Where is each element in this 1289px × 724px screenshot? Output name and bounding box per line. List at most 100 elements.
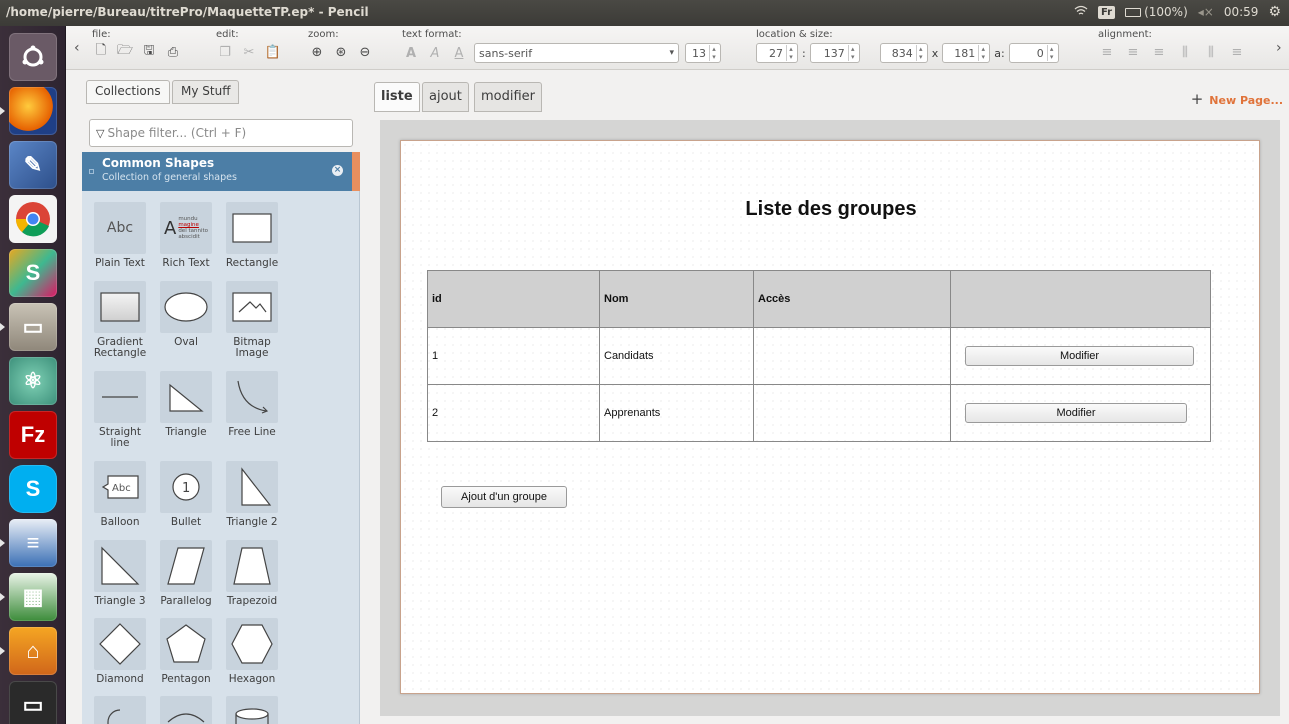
align-top-icon[interactable]: ⫼ [1176, 43, 1194, 61]
shape-trapezoid[interactable]: Trapezoid [221, 540, 283, 607]
wifi-icon[interactable] [1074, 5, 1088, 20]
align-middle-icon[interactable]: ⫼ [1202, 43, 1220, 61]
shape-free-line[interactable]: Free Line [221, 371, 283, 438]
launcher-atom-icon[interactable]: ⚛ [9, 357, 57, 405]
height-spinner[interactable]: 181 ▴ ▾ [942, 43, 991, 63]
new-page-button[interactable]: + New Page... [1191, 90, 1283, 108]
battery-indicator[interactable]: (100%) [1125, 5, 1188, 19]
collection-header-common-shapes[interactable]: Common Shapes Collection of general shap… [82, 152, 360, 191]
groups-table[interactable]: id Nom Accès 1 Candidats Modifier 2 Appr… [427, 270, 1211, 442]
toolbar-scroll-left-icon[interactable]: ‹ [74, 40, 80, 56]
collection-subtitle: Collection of general shapes [102, 172, 237, 183]
toolbar-scroll-right-icon[interactable]: › [1276, 40, 1282, 56]
shape-diamond[interactable]: Diamond [89, 618, 151, 685]
zoom-fit-icon[interactable]: ⊛ [332, 43, 350, 61]
align-bottom-icon[interactable]: ≡ [1228, 43, 1246, 61]
shape-hexagon[interactable]: Hexagon [221, 618, 283, 685]
print-icon[interactable]: ⎙ [164, 43, 182, 61]
launcher-slack-icon[interactable]: S [9, 249, 57, 297]
width-spinner[interactable]: 834 ▴ ▾ [879, 43, 928, 63]
shape-bitmap-image[interactable]: Bitmap Image [221, 281, 283, 359]
tab-modifier[interactable]: modifier [474, 82, 543, 112]
mockup-page[interactable]: Liste des groupes id Nom Accès 1 Candida… [400, 140, 1260, 694]
close-icon[interactable]: × [332, 165, 343, 176]
keyboard-layout-indicator[interactable]: Fr [1097, 5, 1116, 19]
zoom-in-icon[interactable]: ⊕ [308, 43, 326, 61]
copy-icon[interactable]: ❐ [216, 43, 234, 61]
launcher-firefox-icon[interactable] [0, 87, 57, 135]
collapse-toggle-icon[interactable] [89, 169, 94, 174]
shape-straight-line[interactable]: Straight line [89, 371, 151, 449]
tab-ajout[interactable]: ajout [422, 82, 469, 112]
zoom-out-icon[interactable]: ⊖ [356, 43, 374, 61]
shape-gradient-rectangle[interactable]: Gradient Rectangle [89, 281, 151, 359]
bold-text-icon[interactable]: A [402, 44, 420, 62]
angle-value: 0 [1036, 46, 1044, 60]
session-gear-icon[interactable]: ⚙ [1268, 4, 1281, 20]
font-size-spinner[interactable]: 13 ▴ ▾ [685, 43, 721, 63]
launcher-workspace-icon[interactable]: ▭ [9, 681, 57, 724]
align-center-icon[interactable]: ≡ [1124, 43, 1142, 61]
tab-liste[interactable]: liste [374, 82, 420, 112]
cut-icon[interactable]: ✂ [240, 43, 258, 61]
shape-balloon[interactable]: Abc Balloon [89, 461, 151, 528]
clock[interactable]: 00:59 [1224, 5, 1259, 19]
gradient-rectangle-thumbnail [94, 281, 146, 333]
shape-label: Hexagon [228, 673, 276, 685]
y-position-spinner[interactable]: 137 ▴ ▾ [809, 43, 860, 63]
new-page-label: New Page... [1209, 94, 1283, 107]
align-left-icon[interactable]: ≡ [1098, 43, 1116, 61]
shape-partial-1[interactable] [89, 696, 151, 724]
shape-pentagon[interactable]: Pentagon [155, 618, 217, 685]
tab-my-stuff[interactable]: My Stuff [172, 80, 240, 104]
font-size-value: 13 [692, 46, 706, 60]
x-position-spinner[interactable]: 27 ▴ ▾ [756, 43, 798, 63]
shape-parallelogram[interactable]: Parallelog [155, 540, 217, 607]
shape-filter-input[interactable]: ▽ Shape filter... (Ctrl + F) [89, 119, 353, 147]
shape-bullet[interactable]: 1 Bullet [155, 461, 217, 528]
launcher-home-icon[interactable]: ⌂ [0, 627, 57, 675]
balloon-text: Abc [112, 483, 131, 494]
cell-id: 2 [427, 384, 600, 442]
align-right-icon[interactable]: ≡ [1150, 43, 1168, 61]
launcher-skype-icon[interactable]: S [9, 465, 57, 513]
x-position-value: 27 [769, 46, 783, 60]
shape-rich-text[interactable]: A mundu magine del tannito abscidit Rich… [155, 202, 217, 269]
shape-partial-cylinder[interactable] [221, 696, 283, 724]
launcher-dash-icon[interactable] [9, 33, 57, 81]
underline-text-icon[interactable]: A [450, 44, 468, 62]
paste-icon[interactable]: 📋 [264, 43, 282, 61]
save-icon[interactable]: 🖫 [140, 43, 158, 61]
shape-triangle-3[interactable]: Triangle 3 [89, 540, 151, 607]
shape-label: Rectangle [225, 257, 279, 269]
drawing-canvas[interactable]: Liste des groupes id Nom Accès 1 Candida… [380, 120, 1280, 716]
zoom-group: zoom: ⊕ ⊛ ⊖ [308, 29, 374, 61]
open-folder-icon[interactable]: 🗁 [116, 43, 134, 61]
modify-button[interactable]: Modifier [965, 403, 1187, 423]
shape-oval[interactable]: Oval [155, 281, 217, 348]
angle-spinner[interactable]: 0 ▴ ▾ [1008, 43, 1059, 63]
cell-id: 1 [427, 327, 600, 385]
shapes-grid: Abc Plain Text A mundu magine del tannit… [82, 191, 360, 724]
italic-text-icon[interactable]: A [426, 44, 444, 62]
modify-button[interactable]: Modifier [965, 346, 1194, 366]
plain-text-thumbnail: Abc [94, 202, 146, 254]
launcher-calc-icon[interactable]: ▦ [0, 573, 57, 621]
launcher-writer-icon[interactable]: ≡ [0, 519, 57, 567]
font-family-select[interactable]: sans-serif ▾ [474, 43, 679, 63]
shape-plain-text[interactable]: Abc Plain Text [89, 202, 151, 269]
table-row: 2 Apprenants Modifier [427, 384, 1211, 442]
shape-triangle-2[interactable]: Triangle 2 [221, 461, 283, 528]
launcher-chrome-icon[interactable] [9, 195, 57, 243]
new-document-icon[interactable]: 🗋 [92, 43, 110, 61]
launcher-files-icon[interactable]: ▭ [0, 303, 57, 351]
shape-triangle[interactable]: Triangle [155, 371, 217, 438]
shape-partial-2[interactable] [155, 696, 217, 724]
sound-mute-icon[interactable]: ◂× [1198, 5, 1214, 19]
launcher-filezilla-icon[interactable]: Fz [9, 411, 57, 459]
tab-collections[interactable]: Collections [86, 80, 170, 104]
shape-rectangle[interactable]: Rectangle [221, 202, 283, 269]
mockup-title[interactable]: Liste des groupes [381, 198, 1281, 221]
add-group-button[interactable]: Ajout d'un groupe [441, 486, 567, 508]
launcher-pencil-icon[interactable]: ✎ [9, 141, 57, 189]
